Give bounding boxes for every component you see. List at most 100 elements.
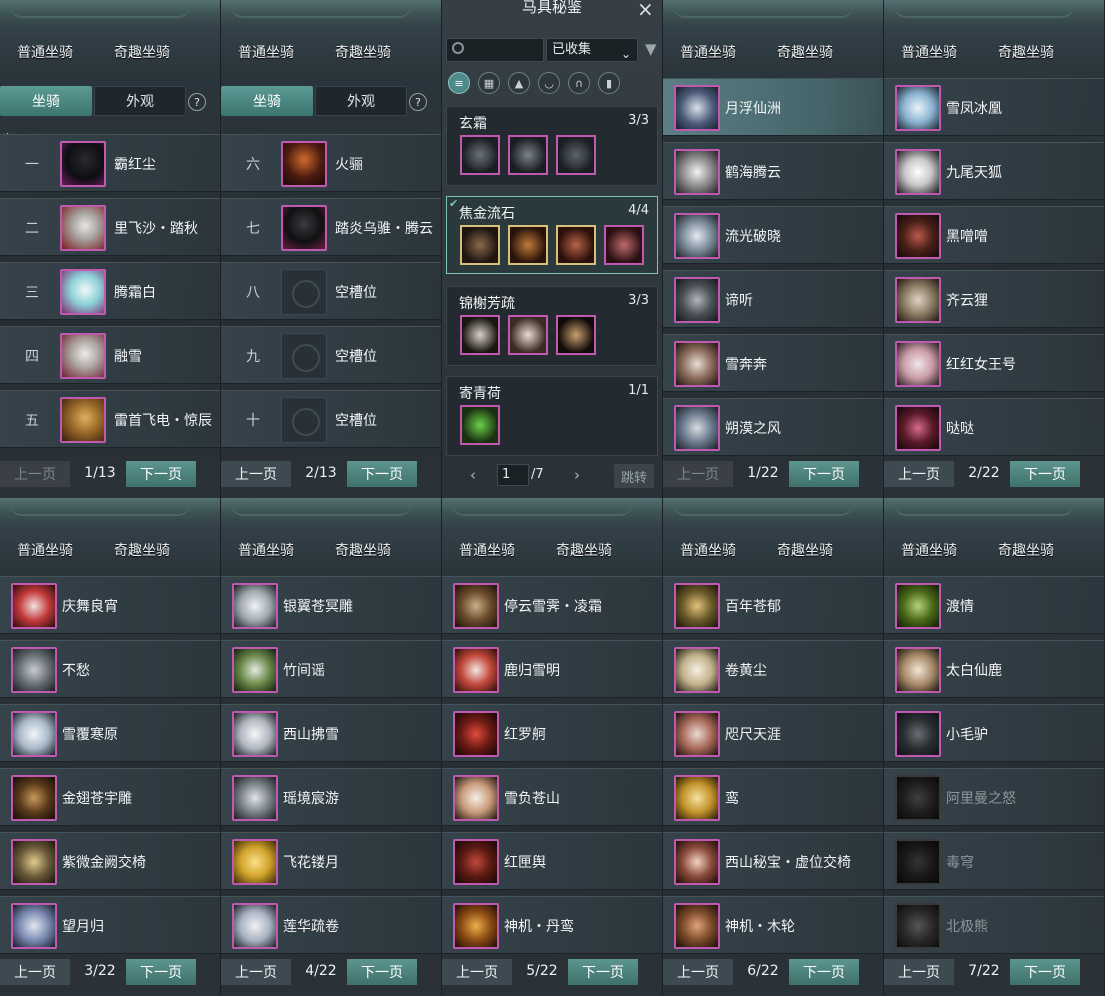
tab-fun-mounts[interactable]: 奇趣坐骑 bbox=[998, 42, 1054, 62]
mount-row[interactable]: 西山拂雪 bbox=[221, 704, 441, 762]
gear-item-icon[interactable] bbox=[460, 315, 500, 355]
tab-fun-mounts[interactable]: 奇趣坐骑 bbox=[556, 540, 612, 560]
mount-row[interactable]: 九尾天狐 bbox=[884, 142, 1104, 200]
mount-row[interactable]: 渡情 bbox=[884, 576, 1104, 634]
mount-row[interactable]: 阿里曼之怒 bbox=[884, 768, 1104, 826]
saddle-category-icon[interactable]: ▲ bbox=[508, 72, 530, 94]
gear-item-icon[interactable] bbox=[556, 225, 596, 265]
prev-page-button[interactable]: 上一页 bbox=[221, 959, 291, 985]
next-page-button[interactable]: 下一页 bbox=[347, 959, 417, 985]
tab-normal-mounts[interactable]: 普通坐骑 bbox=[680, 42, 736, 62]
gear-set-card[interactable]: 寄青荷 1/1 bbox=[446, 376, 658, 456]
mount-slot-row[interactable]: 三 腾霜白 bbox=[0, 262, 220, 320]
tab-normal-mounts[interactable]: 普通坐骑 bbox=[17, 42, 73, 62]
barding-category-icon[interactable]: ▮ bbox=[598, 72, 620, 94]
tab-fun-mounts[interactable]: 奇趣坐骑 bbox=[335, 540, 391, 560]
gear-item-icon[interactable] bbox=[460, 225, 500, 265]
jump-button[interactable]: 跳转 bbox=[614, 464, 654, 488]
prev-page-button[interactable]: 上一页 bbox=[221, 461, 291, 487]
tab-fun-mounts[interactable]: 奇趣坐骑 bbox=[114, 540, 170, 560]
tab-appearance[interactable]: 外观 bbox=[94, 86, 186, 116]
mount-row[interactable]: 金翅苍宇雕 bbox=[0, 768, 220, 826]
mount-slot-row[interactable]: 一 霸红尘 bbox=[0, 134, 220, 192]
mount-row[interactable]: 流光破晓 bbox=[663, 206, 883, 264]
close-icon[interactable]: × bbox=[637, 0, 654, 21]
mount-row[interactable]: 黑噌噌 bbox=[884, 206, 1104, 264]
tab-mount[interactable]: 坐骑 bbox=[221, 86, 313, 116]
gear-set-card[interactable]: 锦榭芳疏 3/3 bbox=[446, 286, 658, 366]
mount-slot-row[interactable]: 九 空槽位 bbox=[221, 326, 441, 384]
mount-row[interactable]: 停云雪霁・凌霜 bbox=[442, 576, 662, 634]
gear-item-icon[interactable] bbox=[460, 405, 500, 445]
mount-row[interactable]: 紫微金阙交椅 bbox=[0, 832, 220, 890]
help-icon[interactable]: ? bbox=[188, 93, 206, 111]
mount-row[interactable]: 庆舞良宵 bbox=[0, 576, 220, 634]
mount-row[interactable]: 齐云狸 bbox=[884, 270, 1104, 328]
mount-row-selected[interactable]: 月浮仙洲 bbox=[663, 78, 883, 136]
tab-normal-mounts[interactable]: 普通坐骑 bbox=[901, 42, 957, 62]
tab-normal-mounts[interactable]: 普通坐骑 bbox=[17, 540, 73, 560]
next-page-button[interactable]: 下一页 bbox=[126, 461, 196, 487]
mount-row[interactable]: 朔漠之风 bbox=[663, 398, 883, 456]
mount-row[interactable]: 百年苍郁 bbox=[663, 576, 883, 634]
tab-fun-mounts[interactable]: 奇趣坐骑 bbox=[998, 540, 1054, 560]
tab-appearance[interactable]: 外观 bbox=[315, 86, 407, 116]
mount-slot-row[interactable]: 二 里飞沙・踏秋 bbox=[0, 198, 220, 256]
filter-funnel-icon[interactable]: ▼ bbox=[645, 40, 657, 58]
mount-row[interactable]: 毒穹 bbox=[884, 832, 1104, 890]
mount-row[interactable]: 银翼苍冥雕 bbox=[221, 576, 441, 634]
gear-item-icon[interactable] bbox=[460, 135, 500, 175]
gear-set-card[interactable]: 玄霜 3/3 bbox=[446, 106, 658, 186]
prev-page-button[interactable]: 上一页 bbox=[0, 461, 70, 487]
gear-item-icon[interactable] bbox=[604, 225, 644, 265]
mount-row[interactable]: 小毛驴 bbox=[884, 704, 1104, 762]
prev-page-button[interactable]: 上一页 bbox=[884, 461, 954, 487]
mount-row[interactable]: 北极熊 bbox=[884, 896, 1104, 954]
next-page-button[interactable]: 下一页 bbox=[789, 461, 859, 487]
mount-row[interactable]: 红罗舸 bbox=[442, 704, 662, 762]
gear-set-card-selected[interactable]: ✔ 焦金流石 4/4 bbox=[446, 196, 658, 274]
next-page-arrow-icon[interactable]: › bbox=[574, 466, 580, 484]
horseshoe-category-icon[interactable]: ∩ bbox=[568, 72, 590, 94]
prev-page-arrow-icon[interactable]: ‹ bbox=[470, 466, 476, 484]
mount-row[interactable]: 鹤海腾云 bbox=[663, 142, 883, 200]
mount-slot-row[interactable]: 五 雷首飞电・惊辰 bbox=[0, 390, 220, 448]
gear-item-icon[interactable] bbox=[556, 135, 596, 175]
tab-fun-mounts[interactable]: 奇趣坐骑 bbox=[777, 42, 833, 62]
bridle-category-icon[interactable]: ◡ bbox=[538, 72, 560, 94]
page-number-input[interactable]: 1 bbox=[497, 464, 529, 486]
mount-row[interactable]: 红匣舆 bbox=[442, 832, 662, 890]
mount-row[interactable]: 雪奔奔 bbox=[663, 334, 883, 392]
tab-normal-mounts[interactable]: 普通坐骑 bbox=[680, 540, 736, 560]
mount-row[interactable]: 鸾 bbox=[663, 768, 883, 826]
mount-row[interactable]: 飞花镂月 bbox=[221, 832, 441, 890]
mount-row[interactable]: 雪负苍山 bbox=[442, 768, 662, 826]
mount-row[interactable]: 不愁 bbox=[0, 640, 220, 698]
next-page-button[interactable]: 下一页 bbox=[1010, 461, 1080, 487]
mount-row[interactable]: 太白仙鹿 bbox=[884, 640, 1104, 698]
mount-row[interactable]: 神机・丹鸾 bbox=[442, 896, 662, 954]
tab-normal-mounts[interactable]: 普通坐骑 bbox=[238, 540, 294, 560]
mount-slot-row[interactable]: 六 火骊 bbox=[221, 134, 441, 192]
mount-row[interactable]: 雪凤冰凰 bbox=[884, 78, 1104, 136]
mount-row[interactable]: 谛听 bbox=[663, 270, 883, 328]
search-input[interactable] bbox=[446, 38, 544, 62]
tab-fun-mounts[interactable]: 奇趣坐骑 bbox=[335, 42, 391, 62]
prev-page-button[interactable]: 上一页 bbox=[0, 959, 70, 985]
mount-row[interactable]: 雪覆寒原 bbox=[0, 704, 220, 762]
tab-normal-mounts[interactable]: 普通坐骑 bbox=[901, 540, 957, 560]
mount-row[interactable]: 望月归 bbox=[0, 896, 220, 954]
mount-slot-row[interactable]: 七 踏炎乌骓・腾云 bbox=[221, 198, 441, 256]
mount-row[interactable]: 咫尺天涯 bbox=[663, 704, 883, 762]
prev-page-button[interactable]: 上一页 bbox=[884, 959, 954, 985]
tab-mount[interactable]: 坐骑 bbox=[0, 86, 92, 116]
gear-item-icon[interactable] bbox=[556, 315, 596, 355]
next-page-button[interactable]: 下一页 bbox=[568, 959, 638, 985]
collection-filter-select[interactable]: 已收集 ⌄ bbox=[546, 38, 638, 62]
tab-normal-mounts[interactable]: 普通坐骑 bbox=[459, 540, 515, 560]
mount-slot-row[interactable]: 四 融雪 bbox=[0, 326, 220, 384]
prev-page-button[interactable]: 上一页 bbox=[663, 959, 733, 985]
prev-page-button[interactable]: 上一页 bbox=[442, 959, 512, 985]
next-page-button[interactable]: 下一页 bbox=[126, 959, 196, 985]
grid-view-icon[interactable]: ▦ bbox=[478, 72, 500, 94]
